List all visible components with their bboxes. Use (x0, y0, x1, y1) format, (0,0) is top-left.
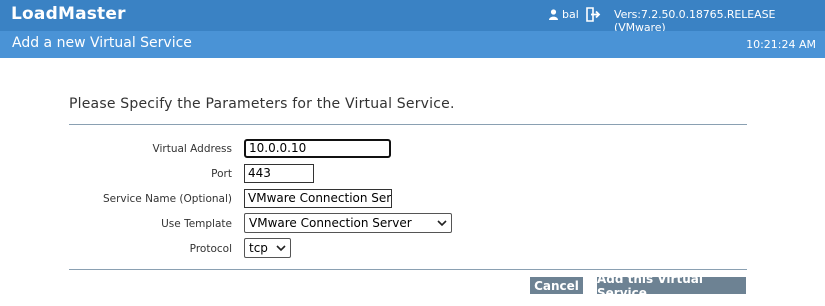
use-template-select[interactable]: VMware Connection Server (244, 213, 452, 233)
logout-button[interactable] (585, 7, 601, 26)
use-template-value: VMware Connection Server (249, 216, 412, 230)
divider-top (69, 124, 747, 125)
virtual-address-input[interactable]: 10.0.0.10 (244, 139, 391, 158)
chevron-down-icon (276, 244, 286, 251)
port-input[interactable]: 443 (244, 164, 314, 183)
port-label: Port (211, 168, 232, 180)
service-name-label: Service Name (Optional) (102, 193, 232, 205)
user-menu[interactable]: bal (549, 8, 579, 21)
chevron-down-icon (437, 219, 447, 226)
user-icon (549, 9, 558, 20)
protocol-label: Protocol (189, 243, 232, 255)
top-bar: LoadMaster bal Vers:7.2.50.0.18765.RELEA… (0, 0, 825, 34)
form-heading: Please Specify the Parameters for the Vi… (69, 96, 455, 112)
divider-bottom (69, 269, 747, 270)
page-title: Add a new Virtual Service (12, 35, 192, 51)
username: bal (562, 8, 579, 21)
add-virtual-service-button[interactable]: Add this Virtual Service (597, 272, 746, 300)
virtual-address-label: Virtual Address (152, 143, 232, 155)
clock: 10:21:24 AM (746, 38, 816, 51)
sub-header: Add a new Virtual Service 10:21:24 AM (0, 31, 825, 58)
protocol-value: tcp (249, 241, 268, 255)
logout-icon (586, 7, 601, 22)
service-name-input[interactable]: VMware Connection Ser (244, 189, 392, 208)
cancel-button[interactable]: Cancel (530, 277, 583, 294)
protocol-select[interactable]: tcp (244, 238, 291, 258)
app-title: LoadMaster (11, 4, 126, 24)
use-template-label: Use Template (161, 218, 232, 230)
